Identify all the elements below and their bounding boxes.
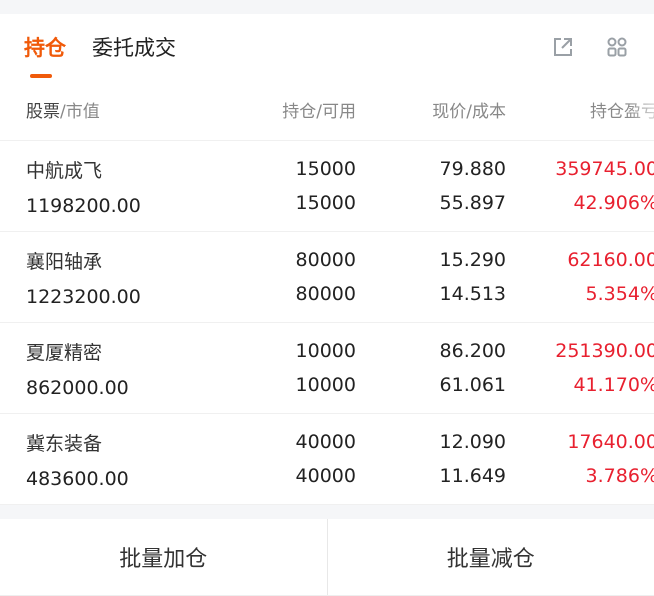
market-value: 1223200.00 — [26, 286, 204, 308]
current-price: 79.880 — [440, 158, 506, 180]
tab-holdings[interactable]: 持仓 — [24, 32, 66, 78]
external-link-icon[interactable] — [550, 34, 576, 60]
header-stock[interactable]: 股票/市值 — [26, 97, 204, 122]
market-value: 862000.00 — [26, 377, 204, 399]
hold-qty: 10000 — [296, 340, 356, 362]
available-qty: 80000 — [296, 283, 356, 305]
available-qty: 15000 — [296, 192, 356, 214]
hold-qty: 40000 — [296, 431, 356, 453]
position-pnl-pct: 42.906% — [573, 192, 654, 214]
cost-price: 11.649 — [440, 465, 506, 487]
position-pnl-pct: 5.354% — [586, 283, 654, 305]
tab-orders-trades[interactable]: 委托成交 — [92, 32, 176, 78]
market-value: 483600.00 — [26, 468, 204, 490]
position-pnl: 62160.00 — [567, 249, 654, 271]
table-row[interactable]: 中航成飞 1198200.00 15000 15000 79.880 55.897 3… — [0, 141, 654, 232]
top-spacer — [0, 0, 654, 14]
header-market-value-label: /市值 — [60, 102, 100, 122]
cost-price: 55.897 — [440, 192, 506, 214]
position-pnl-pct: 3.786% — [586, 465, 654, 487]
position-pnl: 251390.00 — [555, 340, 654, 362]
hold-qty: 15000 — [296, 158, 356, 180]
grid-icon[interactable] — [604, 34, 630, 60]
current-price: 12.090 — [440, 431, 506, 453]
header-profit[interactable]: 持仓盈亏 — [590, 102, 654, 122]
current-price: 15.290 — [440, 249, 506, 271]
position-pnl: 17640.00 — [567, 431, 654, 453]
header-position[interactable]: 持仓/可用 — [204, 97, 356, 122]
hold-qty: 80000 — [296, 249, 356, 271]
stock-name: 冀东装备 — [26, 429, 204, 456]
cost-price: 61.061 — [440, 374, 506, 396]
batch-reduce-button[interactable]: 批量减仓 — [328, 519, 654, 595]
available-qty: 10000 — [296, 374, 356, 396]
table-row[interactable]: 夏厦精密 862000.00 10000 10000 86.200 61.061 25… — [0, 323, 654, 414]
position-pnl-pct: 41.170% — [573, 374, 654, 396]
table-header: 股票/市值 持仓/可用 现价/成本 持仓盈亏 — [0, 78, 654, 141]
footer-actions: 批量加仓 批量减仓 — [0, 519, 654, 596]
batch-add-button[interactable]: 批量加仓 — [0, 519, 327, 595]
cost-price: 14.513 — [440, 283, 506, 305]
stock-name: 中航成飞 — [26, 156, 204, 183]
tab-bar: 持仓 委托成交 — [0, 14, 654, 78]
tab-actions — [550, 34, 630, 60]
stock-name: 夏厦精密 — [26, 338, 204, 365]
stock-name: 襄阳轴承 — [26, 247, 204, 274]
current-price: 86.200 — [440, 340, 506, 362]
market-value: 1198200.00 — [26, 195, 204, 217]
footer-spacer — [0, 505, 654, 519]
position-pnl: 359745.00 — [555, 158, 654, 180]
positions-panel: 持仓 委托成交 股票/市值 持仓/可用 现价/成本 — [0, 14, 654, 505]
table-row[interactable]: 冀东装备 483600.00 40000 40000 12.090 11.649 17… — [0, 414, 654, 505]
header-price-cost[interactable]: 现价/成本 — [356, 97, 506, 122]
table-row[interactable]: 襄阳轴承 1223200.00 80000 80000 15.290 14.513 6… — [0, 232, 654, 323]
header-stock-label: 股票 — [26, 102, 60, 122]
available-qty: 40000 — [296, 465, 356, 487]
